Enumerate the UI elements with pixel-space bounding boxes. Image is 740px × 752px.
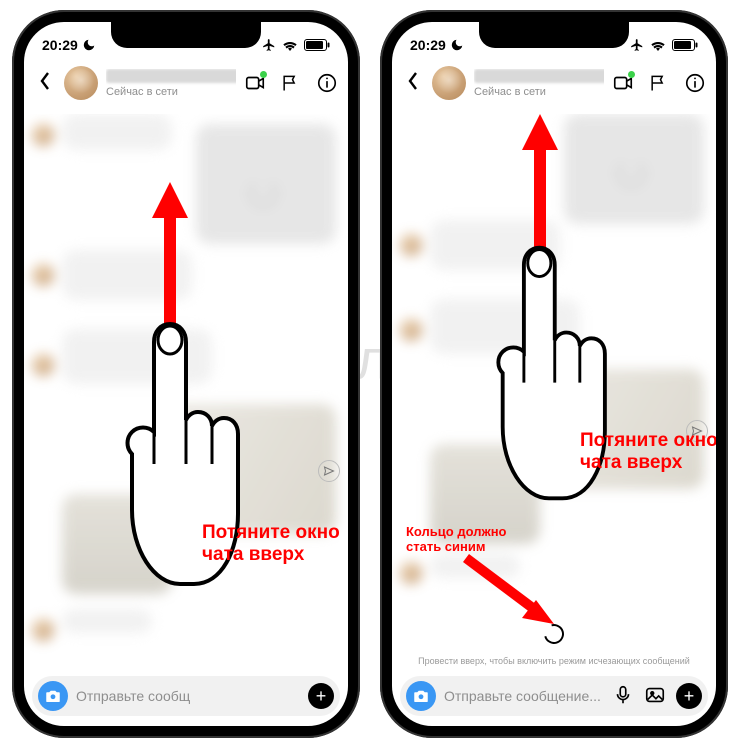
vanish-mode-hint: Провести вверх, чтобы включить режим исч… (398, 656, 710, 666)
chat-scroll-area[interactable] (24, 114, 348, 672)
contact-status: Сейчас в сети (474, 86, 604, 98)
wifi-icon (650, 39, 666, 51)
status-time: 20:29 (42, 37, 78, 53)
moon-icon (450, 38, 464, 52)
react-button[interactable] (318, 460, 340, 482)
chat-header: Сейчас в сети (392, 62, 716, 108)
video-call-button[interactable] (244, 72, 266, 94)
moon-icon (82, 38, 96, 52)
airplane-icon (262, 38, 276, 52)
chat-header: Сейчас в сети (24, 62, 348, 108)
status-time: 20:29 (410, 37, 446, 53)
message-input[interactable]: Отправьте сообщение... (444, 688, 604, 704)
contact-name-blurred (474, 69, 604, 83)
react-button[interactable] (686, 420, 708, 442)
notch (479, 22, 629, 48)
info-button[interactable] (316, 72, 338, 94)
message-composer: Отправьте сообщ + (32, 676, 340, 716)
back-button[interactable] (34, 71, 56, 96)
mic-button[interactable] (612, 684, 636, 708)
battery-icon (672, 39, 698, 51)
message-input[interactable]: Отправьте сообщ (76, 688, 300, 704)
more-button[interactable]: + (676, 683, 702, 709)
video-call-button[interactable] (612, 72, 634, 94)
info-button[interactable] (684, 72, 706, 94)
flag-button[interactable] (648, 72, 670, 94)
back-button[interactable] (402, 71, 424, 96)
airplane-icon (630, 38, 644, 52)
contact-name-blurred (106, 69, 236, 83)
camera-button[interactable] (38, 681, 68, 711)
notch (111, 22, 261, 48)
flag-button[interactable] (280, 72, 302, 94)
contact-avatar[interactable] (64, 66, 98, 100)
contact-status: Сейчас в сети (106, 86, 236, 98)
camera-button[interactable] (406, 681, 436, 711)
more-button[interactable]: + (308, 683, 334, 709)
phone-frame-right: 20:29 Сейчас в сети (380, 10, 728, 738)
wifi-icon (282, 39, 298, 51)
chat-scroll-area[interactable]: Провести вверх, чтобы включить режим исч… (392, 114, 716, 672)
battery-icon (304, 39, 330, 51)
contact-avatar[interactable] (432, 66, 466, 100)
gallery-button[interactable] (644, 684, 668, 708)
phone-frame-left: 20:29 Сейчас в сети (12, 10, 360, 738)
message-composer: Отправьте сообщение... + (400, 676, 708, 716)
